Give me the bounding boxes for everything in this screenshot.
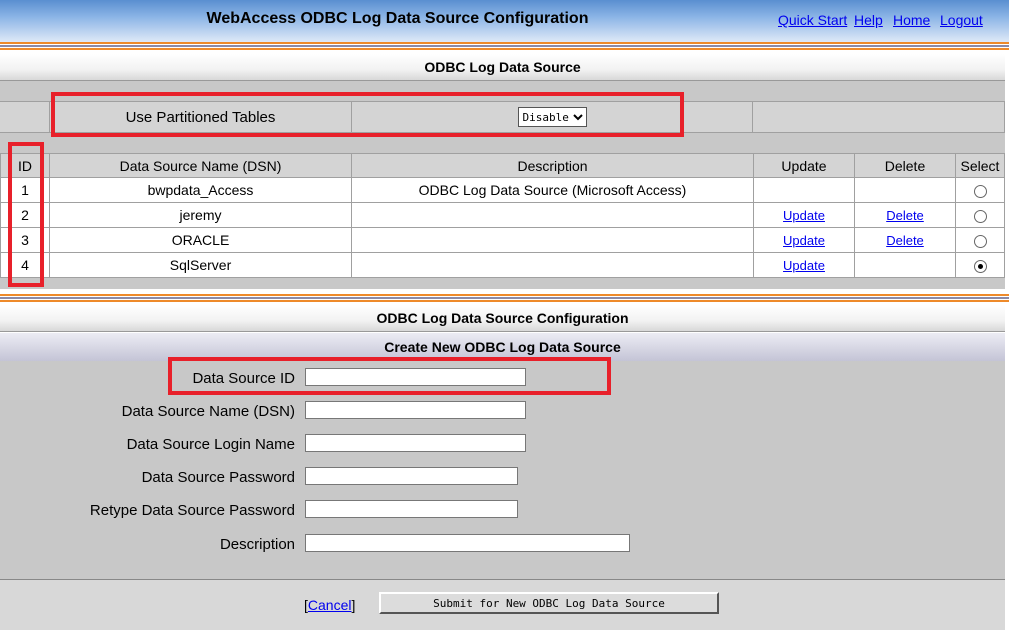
login-name-input[interactable] bbox=[305, 434, 526, 452]
update-link[interactable]: Update bbox=[783, 258, 825, 273]
row-description bbox=[351, 202, 754, 228]
cancel-bracket-close: ] bbox=[351, 597, 356, 613]
row-select-radio[interactable] bbox=[973, 234, 987, 248]
update-link[interactable]: Update bbox=[783, 208, 825, 223]
row-dsn: jeremy bbox=[49, 202, 352, 228]
section-title-data-source: ODBC Log Data Source bbox=[0, 54, 1005, 81]
row-description bbox=[351, 227, 754, 253]
login-name-label: Data Source Login Name bbox=[126, 436, 295, 453]
column-header-dsn: Data Source Name (DSN) bbox=[49, 153, 352, 178]
home-link[interactable]: Home bbox=[893, 12, 930, 28]
table-row: 2 jeremy Update Delete bbox=[0, 202, 1005, 228]
row-delete-cell bbox=[854, 177, 956, 203]
highlight-partitioned-tables bbox=[51, 92, 684, 137]
row-select-radio[interactable] bbox=[973, 209, 987, 223]
table-row: 4 SqlServer Update bbox=[0, 252, 1005, 278]
section-title-configuration: ODBC Log Data Source Configuration bbox=[0, 305, 1005, 332]
help-link[interactable]: Help bbox=[854, 12, 883, 28]
cancel-link[interactable]: Cancel bbox=[308, 597, 352, 613]
column-header-description: Description bbox=[351, 153, 754, 178]
table-row: 3 ORACLE Update Delete bbox=[0, 227, 1005, 253]
table-row: 1 bwpdata_Access ODBC Log Data Source (M… bbox=[0, 177, 1005, 203]
row-select-radio-checked[interactable] bbox=[973, 259, 987, 273]
password-input[interactable] bbox=[305, 467, 518, 485]
highlight-id-column bbox=[8, 142, 44, 287]
logout-link[interactable]: Logout bbox=[940, 12, 983, 28]
column-header-delete: Delete bbox=[854, 153, 956, 178]
page-title: WebAccess ODBC Log Data Source Configura… bbox=[206, 10, 589, 27]
row-dsn: ORACLE bbox=[49, 227, 352, 253]
retype-password-input[interactable] bbox=[305, 500, 518, 518]
quick-start-link[interactable]: Quick Start bbox=[778, 12, 847, 28]
row-description: ODBC Log Data Source (Microsoft Access) bbox=[351, 177, 754, 203]
dsn-label: Data Source Name (DSN) bbox=[121, 403, 295, 420]
update-link[interactable]: Update bbox=[783, 233, 825, 248]
header-divider bbox=[0, 42, 1009, 52]
submit-button[interactable]: Submit for New ODBC Log Data Source bbox=[379, 592, 719, 614]
row-select-radio[interactable] bbox=[973, 184, 987, 198]
delete-link[interactable]: Delete bbox=[886, 233, 924, 248]
data-source-table: ID Data Source Name (DSN) Description Up… bbox=[0, 153, 1005, 278]
description-label: Description bbox=[219, 536, 295, 553]
row-delete-cell bbox=[854, 252, 956, 278]
password-label: Data Source Password bbox=[141, 469, 295, 486]
cancel-wrapper: [Cancel] bbox=[304, 597, 355, 613]
section-divider bbox=[0, 294, 1009, 304]
row-description bbox=[351, 252, 754, 278]
row-update-cell bbox=[753, 177, 855, 203]
column-header-update: Update bbox=[753, 153, 855, 178]
column-header-select: Select bbox=[955, 153, 1005, 178]
retype-password-label: Retype Data Source Password bbox=[89, 502, 295, 519]
row-dsn: bwpdata_Access bbox=[49, 177, 352, 203]
row-dsn: SqlServer bbox=[49, 252, 352, 278]
description-input[interactable] bbox=[305, 534, 630, 552]
highlight-data-source-id bbox=[168, 357, 611, 395]
dsn-input[interactable] bbox=[305, 401, 526, 419]
delete-link[interactable]: Delete bbox=[886, 208, 924, 223]
